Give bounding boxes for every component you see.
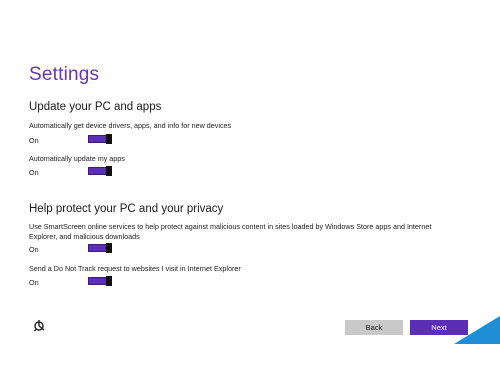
toggle-do-not-track[interactable] (88, 276, 112, 286)
corner-accent-shape (454, 316, 500, 344)
toggle-thumb[interactable] (106, 276, 112, 286)
section-heading-update: Update your PC and apps (29, 101, 162, 113)
back-button[interactable]: Back (345, 320, 403, 335)
toggle-device-drivers[interactable] (88, 134, 112, 144)
setting-description-update-apps: Automatically update my apps (29, 154, 125, 163)
ease-of-access-icon[interactable] (33, 319, 47, 333)
page-title: Settings (29, 64, 100, 85)
toggle-thumb[interactable] (106, 134, 112, 144)
ease-of-access-icon-svg (33, 320, 45, 332)
toggle-state-device-drivers: On (29, 136, 39, 145)
toggle-smartscreen[interactable] (88, 243, 112, 253)
section-heading-privacy: Help protect your PC and your privacy (29, 203, 224, 215)
setting-description-do-not-track: Send a Do Not Track request to websites … (29, 264, 241, 273)
toggle-state-do-not-track: On (29, 278, 39, 287)
toggle-thumb[interactable] (106, 166, 112, 176)
setting-description-device-drivers: Automatically get device drivers, apps, … (29, 121, 232, 130)
toggle-update-apps[interactable] (88, 166, 112, 176)
setting-description-smartscreen: Use SmartScreen online services to help … (29, 222, 432, 241)
toggle-state-smartscreen: On (29, 245, 39, 254)
toggle-state-update-apps: On (29, 168, 39, 177)
toggle-thumb[interactable] (106, 243, 112, 253)
